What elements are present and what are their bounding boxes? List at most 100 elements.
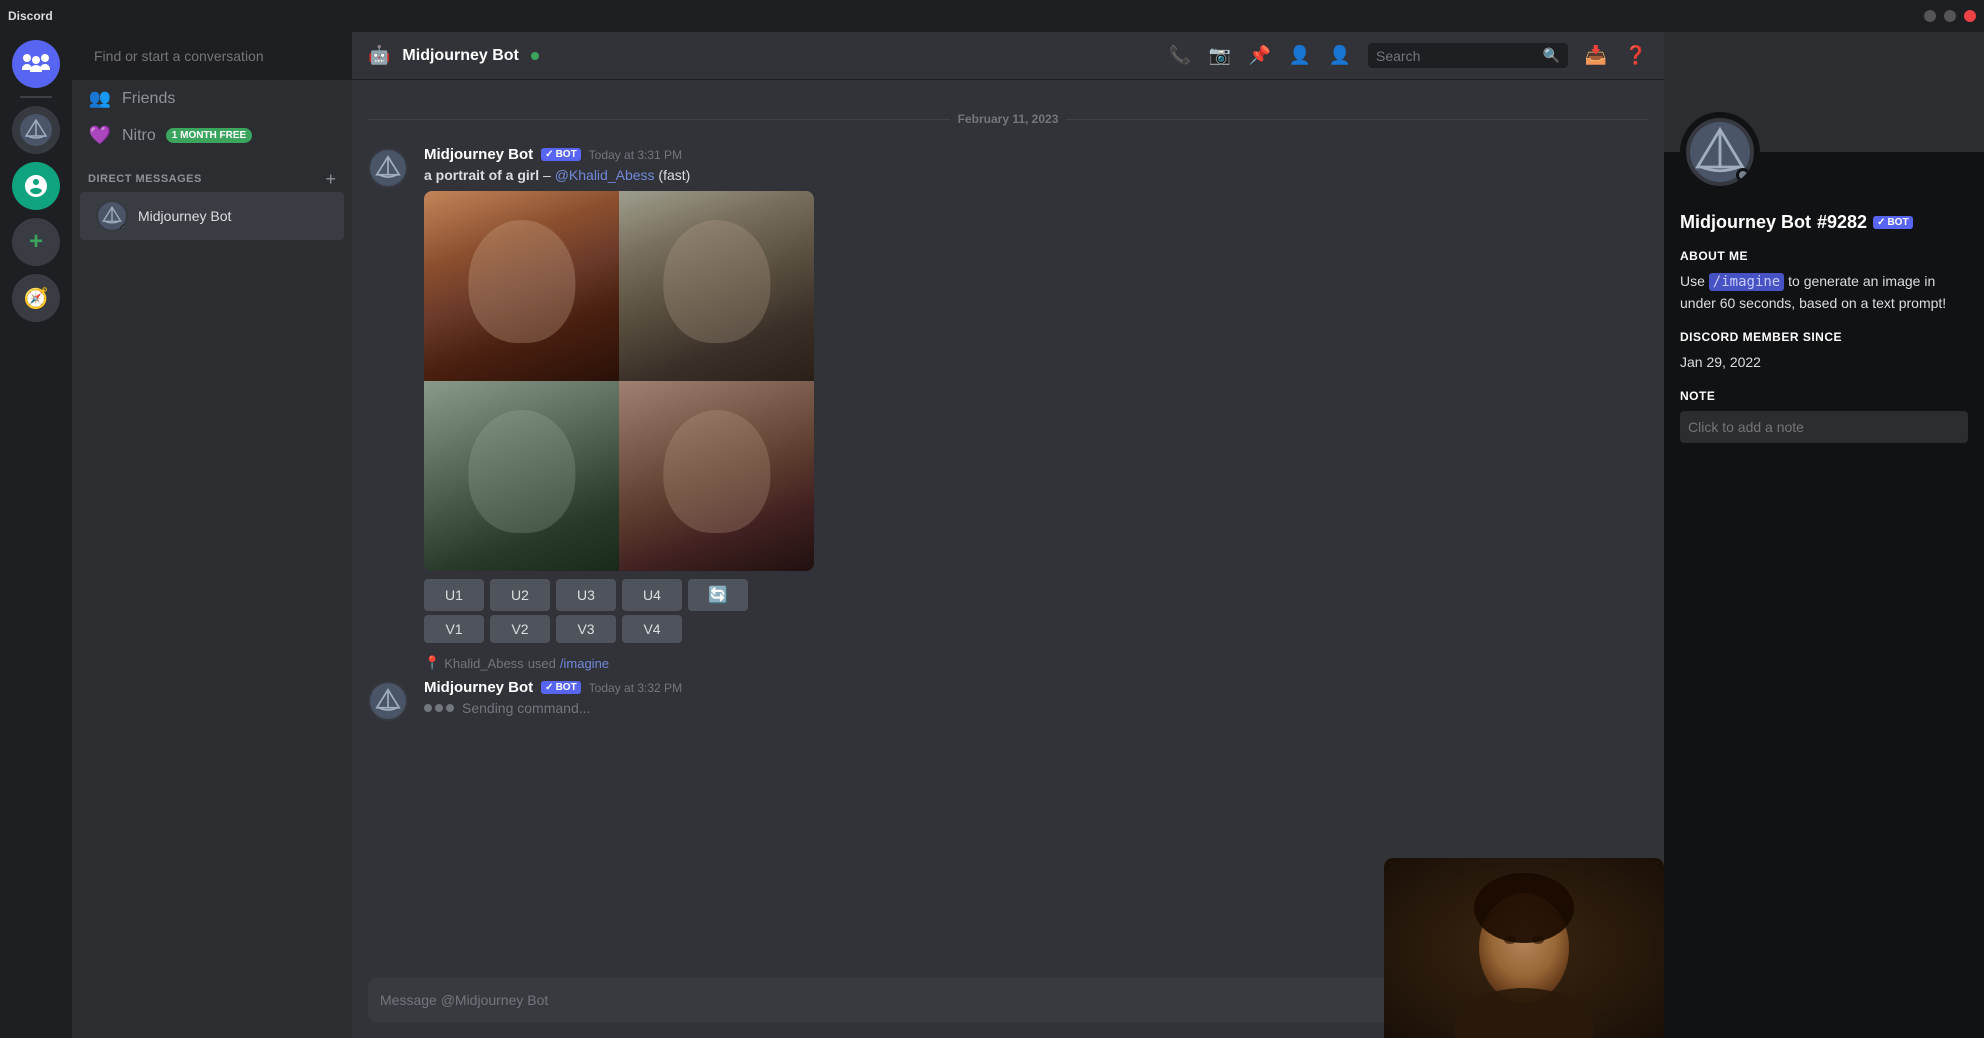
dm-name-midjourney: Midjourney Bot	[138, 208, 231, 224]
msg-tag: (fast)	[658, 167, 690, 183]
face-shape-4	[663, 410, 770, 534]
checkmark-icon: ✓	[545, 149, 553, 160]
msg-avatar-1	[368, 148, 408, 188]
image-cell-4	[619, 381, 814, 571]
channel-name: Midjourney Bot	[402, 47, 518, 65]
nitro-label: Nitro	[122, 127, 156, 145]
inbox-icon[interactable]: 📥	[1584, 45, 1608, 66]
about-me-text: Use /imagine to generate an image in und…	[1680, 271, 1968, 314]
video-preview	[1384, 858, 1664, 1038]
image-cell-1	[424, 191, 619, 381]
dot-1	[424, 704, 432, 712]
portrait-3	[424, 381, 619, 571]
profile-banner	[1664, 32, 1984, 152]
date-line-left	[368, 119, 950, 120]
video-feed	[1384, 858, 1664, 1038]
chat-messages: February 11, 2023 Midjourney Bot	[352, 80, 1664, 970]
explore-servers-btn[interactable]: 🧭	[12, 274, 60, 322]
msg-timestamp-1: Today at 3:31 PM	[589, 148, 682, 162]
message-group-2: Midjourney Bot ✓ BOT Today at 3:32 PM	[352, 675, 1664, 725]
user-panel: Midjourney Bot #9282 ✓ BOT ABOUT ME Use …	[1664, 32, 1984, 1038]
msg-content-2: Midjourney Bot ✓ BOT Today at 3:32 PM	[424, 679, 1648, 721]
upscale-buttons: U1 U2 U3 U4 🔄	[424, 579, 1648, 611]
note-section: NOTE	[1680, 389, 1968, 443]
v2-button[interactable]: V2	[490, 615, 550, 643]
channel-icon: 🤖	[368, 45, 390, 66]
portrait-4	[619, 381, 814, 571]
dm-status-indicator	[120, 224, 128, 232]
typing-dots	[424, 704, 454, 712]
dm-item-midjourney[interactable]: Midjourney Bot	[80, 192, 344, 240]
u3-button[interactable]: U3	[556, 579, 616, 611]
msg-avatar-2	[368, 681, 408, 721]
member-since-section: DISCORD MEMBER SINCE Jan 29, 2022	[1680, 330, 1968, 373]
msg-content-1: Midjourney Bot ✓ BOT Today at 3:31 PM a …	[424, 146, 1648, 647]
u4-button[interactable]: U4	[622, 579, 682, 611]
u1-button[interactable]: U1	[424, 579, 484, 611]
add-friend-icon[interactable]: 👤	[1288, 45, 1312, 66]
u2-button[interactable]: U2	[490, 579, 550, 611]
checkmark-icon-3: ✓	[1877, 217, 1885, 228]
message-group-1: Midjourney Bot ✓ BOT Today at 3:31 PM a …	[352, 142, 1664, 651]
checkmark-icon-2: ✓	[545, 682, 553, 693]
friends-label: Friends	[122, 90, 175, 108]
v4-button[interactable]: V4	[622, 615, 682, 643]
close-btn[interactable]	[1964, 10, 1976, 22]
user-pin-icon: 📍	[424, 655, 440, 671]
date-label: February 11, 2023	[958, 112, 1059, 126]
profile-discriminator: #9282	[1817, 212, 1867, 233]
profile-name: Midjourney Bot #9282 ✓ BOT	[1680, 212, 1968, 233]
dm-section-header: DIRECT MESSAGES +	[72, 154, 352, 192]
voice-call-icon[interactable]: 📞	[1168, 45, 1192, 66]
video-call-icon[interactable]: 📷	[1208, 45, 1232, 66]
msg-main-text: a portrait of a girl	[424, 167, 539, 183]
profile-icon[interactable]: 👤	[1328, 45, 1352, 66]
nitro-icon: 💜	[88, 125, 112, 146]
msg-author-2: Midjourney Bot	[424, 679, 533, 696]
msg-header-2: Midjourney Bot ✓ BOT Today at 3:32 PM	[424, 679, 1648, 696]
minimize-btn[interactable]	[1924, 10, 1936, 22]
sending-msg: Sending command...	[424, 700, 1648, 716]
maximize-btn[interactable]	[1944, 10, 1956, 22]
profile-info: Midjourney Bot #9282 ✓ BOT ABOUT ME Use …	[1664, 152, 1984, 459]
home-icon[interactable]	[12, 40, 60, 88]
about-me-section: ABOUT ME Use /imagine to generate an ima…	[1680, 249, 1968, 314]
refresh-button[interactable]: 🔄	[688, 579, 748, 611]
msg-author-1: Midjourney Bot	[424, 146, 533, 163]
member-since-title: DISCORD MEMBER SINCE	[1680, 330, 1968, 344]
variation-buttons: V1 V2 V3 V4	[424, 615, 1648, 643]
note-input[interactable]	[1680, 411, 1968, 443]
add-dm-button[interactable]: +	[325, 170, 336, 188]
midjourney-avatar	[96, 200, 128, 232]
friends-icon: 👥	[88, 88, 112, 109]
dm-search-bar	[72, 32, 352, 80]
friends-item[interactable]: 👥 Friends	[80, 80, 344, 117]
nitro-item[interactable]: 💜 Nitro 1 MONTH FREE	[80, 117, 344, 154]
search-bar[interactable]: Search 🔍	[1368, 43, 1568, 68]
face-shape-1	[468, 220, 575, 344]
dot-3	[446, 704, 454, 712]
dm-sidebar: 👥 Friends 💜 Nitro 1 MONTH FREE DIRECT ME…	[72, 32, 352, 1038]
add-server-btn[interactable]: +	[12, 218, 60, 266]
about-me-title: ABOUT ME	[1680, 249, 1968, 263]
help-icon[interactable]: ❓	[1624, 45, 1648, 66]
dm-search-input[interactable]	[84, 42, 340, 70]
bot-badge-2: ✓ BOT	[541, 681, 581, 694]
used-command-link[interactable]: /imagine	[560, 656, 609, 671]
guild-divider	[20, 96, 52, 98]
server-icon-1[interactable]	[12, 106, 60, 154]
guild-sidebar: + 🧭	[0, 32, 72, 1038]
date-divider: February 11, 2023	[352, 104, 1664, 134]
face-shape-2	[663, 220, 770, 344]
app-title: Discord	[8, 9, 53, 23]
search-placeholder: Search	[1376, 48, 1537, 64]
v1-button[interactable]: V1	[424, 615, 484, 643]
portrait-2	[619, 191, 814, 381]
msg-header-1: Midjourney Bot ✓ BOT Today at 3:31 PM	[424, 146, 1648, 163]
profile-username: Midjourney Bot	[1680, 212, 1811, 233]
pin-icon[interactable]: 📌	[1248, 45, 1272, 66]
v3-button[interactable]: V3	[556, 615, 616, 643]
nitro-badge: 1 MONTH FREE	[166, 128, 252, 143]
message-input[interactable]	[380, 992, 1495, 1008]
server-icon-2[interactable]	[12, 162, 60, 210]
